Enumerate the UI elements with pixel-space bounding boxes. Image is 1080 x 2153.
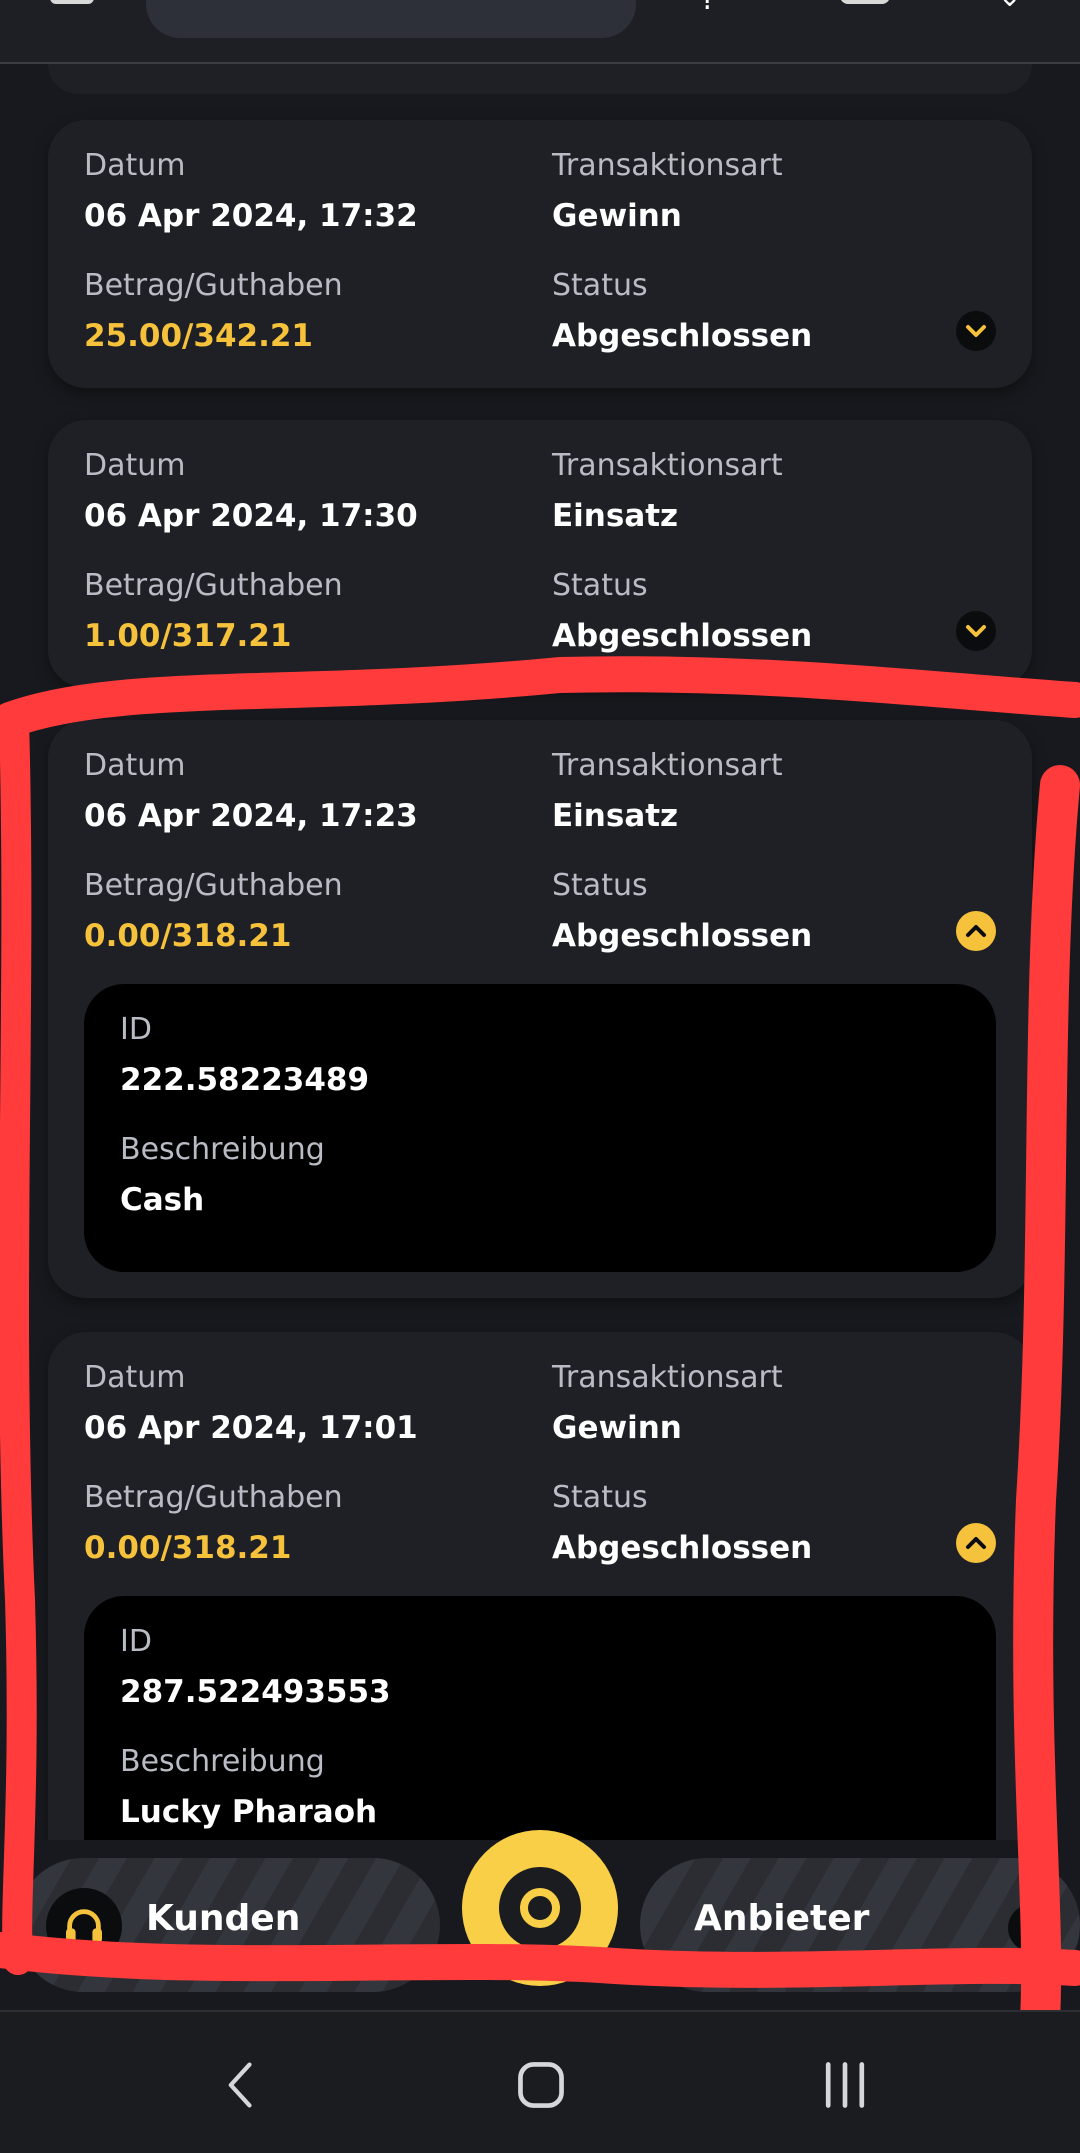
search-field[interactable] [146,0,636,38]
id-value: 222.58223489 [120,1062,370,1098]
game-icon [499,1867,581,1949]
wallet-icon[interactable] [840,0,890,4]
recents-icon[interactable] [810,2050,880,2120]
support-label: Kunden [146,1898,301,1939]
amount-label: Betrag/Guthaben [84,868,343,903]
id-label: ID [120,1012,152,1047]
status-value: Abgeschlossen [552,1530,813,1566]
amount-label: Betrag/Guthaben [84,268,343,303]
description-label: Beschreibung [120,1132,325,1167]
amount-value: 0.00/318.21 [84,1530,292,1566]
amount-value: 25.00/342.21 [84,318,314,354]
type-label: Transaktionsart [552,748,783,783]
date-label: Datum [84,148,186,183]
provider-button[interactable]: Anbieter [640,1858,1080,1992]
chevron-up-icon[interactable] [956,1523,996,1563]
chevron-up-icon[interactable] [1008,1904,1056,1952]
date-value: 06 Apr 2024, 17:23 [84,798,418,834]
type-label: Transaktionsart [552,1360,783,1395]
home-icon[interactable] [506,2050,576,2120]
date-label: Datum [84,1360,186,1395]
type-value: Gewinn [552,198,682,234]
type-value: Einsatz [552,798,679,834]
status-label: Status [552,268,648,303]
chevron-down-icon[interactable] [956,611,996,651]
date-value: 06 Apr 2024, 17:01 [84,1410,418,1446]
chevron-down-icon[interactable] [956,311,996,351]
support-button[interactable]: Kunden [16,1858,440,1992]
date-value: 06 Apr 2024, 17:30 [84,498,418,534]
type-label: Transaktionsart [552,148,783,183]
date-label: Datum [84,748,186,783]
amount-value: 0.00/318.21 [84,918,292,954]
type-label: Transaktionsart [552,448,783,483]
amount-label: Betrag/Guthaben [84,568,343,603]
id-value: 287.522493553 [120,1674,391,1710]
headset-icon [46,1888,122,1964]
status-value: Abgeschlossen [552,918,813,954]
date-value: 06 Apr 2024, 17:32 [84,198,418,234]
system-navigation-bar [0,2010,1080,2153]
status-value: Abgeschlossen [552,618,813,654]
transaction-details: ID 222.58223489 Beschreibung Cash [84,984,996,1272]
amount-value: 1.00/317.21 [84,618,292,654]
amount-label: Betrag/Guthaben [84,1480,343,1515]
status-label: Status [552,868,648,903]
provider-label: Anbieter [694,1898,870,1939]
date-label: Datum [84,448,186,483]
back-icon[interactable] [206,2050,276,2120]
transaction-card[interactable]: Datum 06 Apr 2024, 17:30 Transaktionsart… [48,420,1032,688]
chevron-icon[interactable]: ⌄ [998,0,1021,13]
transaction-card[interactable]: Datum 06 Apr 2024, 17:32 Transaktionsart… [48,120,1032,388]
description-value: Lucky Pharaoh [120,1794,378,1830]
home-game-button[interactable] [462,1830,618,1986]
chevron-up-icon[interactable] [956,911,996,951]
status-value: Abgeschlossen [552,318,813,354]
status-label: Status [552,1480,648,1515]
menu-icon[interactable] [50,0,94,4]
type-value: Gewinn [552,1410,682,1446]
top-bar: ? ⌄ [0,0,1080,64]
help-icon[interactable]: ? [700,0,716,17]
type-value: Einsatz [552,498,679,534]
id-label: ID [120,1624,152,1659]
description-value: Cash [120,1182,205,1218]
transaction-card[interactable]: Datum 06 Apr 2024, 17:23 Transaktionsart… [48,720,1032,1298]
description-label: Beschreibung [120,1744,325,1779]
previous-card-edge [48,64,1032,94]
status-label: Status [552,568,648,603]
